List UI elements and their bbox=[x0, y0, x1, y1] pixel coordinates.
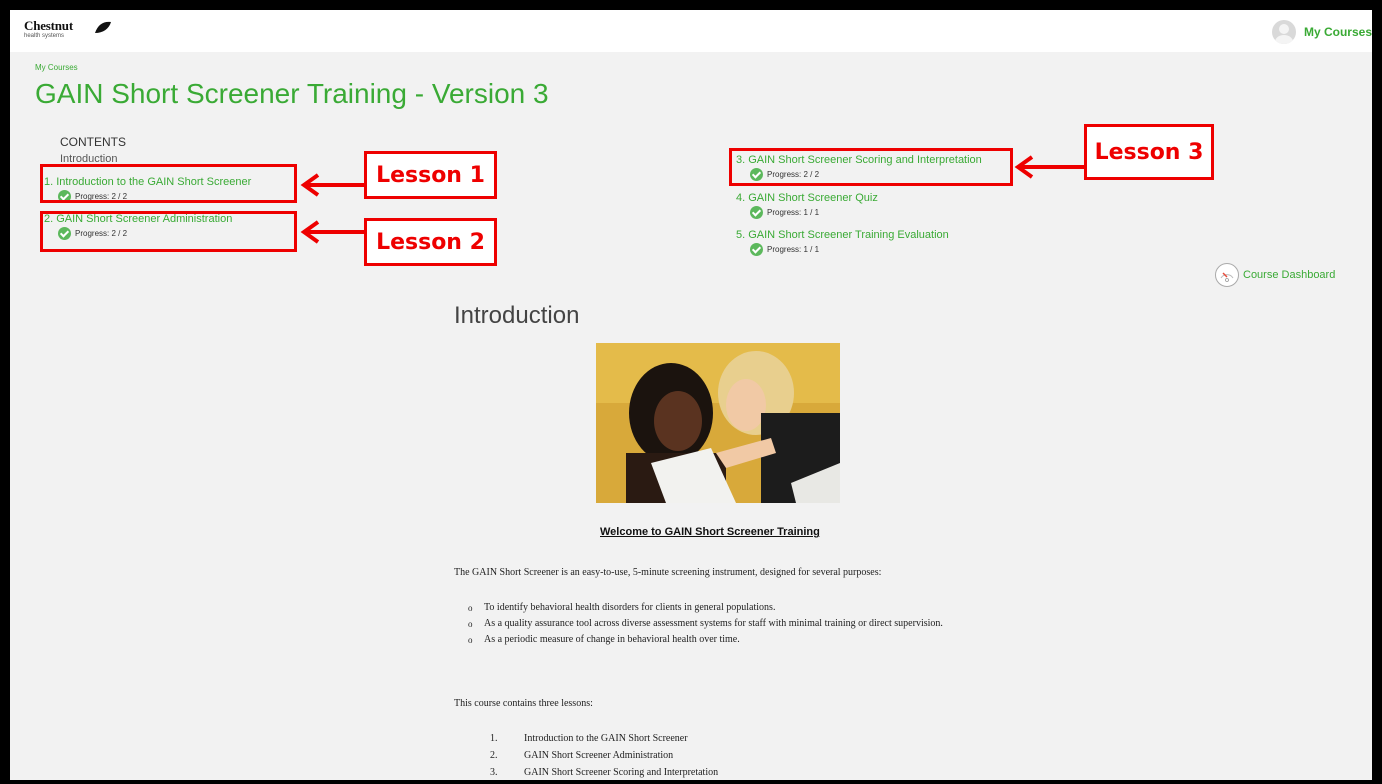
top-bar: Chestnut health systems My Courses bbox=[10, 10, 1372, 52]
contents-heading: CONTENTS bbox=[60, 135, 126, 149]
arrow-left-icon bbox=[1014, 155, 1084, 179]
list-item: As a quality assurance tool across diver… bbox=[468, 616, 1004, 632]
progress-text: Progress: 1 / 1 bbox=[767, 245, 820, 254]
dashboard-label[interactable]: Course Dashboard bbox=[1243, 269, 1335, 281]
logo-text: Chestnut bbox=[24, 18, 73, 33]
highlight-box-lesson-1 bbox=[40, 164, 297, 203]
highlight-box-lesson-2 bbox=[40, 211, 297, 252]
list-text: Introduction to the GAIN Short Screener bbox=[524, 733, 688, 744]
list-item: To identify behavioral health disorders … bbox=[468, 600, 1004, 616]
my-courses-link[interactable]: My Courses bbox=[1304, 25, 1372, 39]
section-heading: Introduction bbox=[454, 302, 580, 329]
welcome-heading: Welcome to GAIN Short Screener Training bbox=[600, 526, 820, 538]
avatar[interactable] bbox=[1271, 20, 1296, 44]
breadcrumb[interactable]: My Courses bbox=[35, 63, 78, 72]
list-item: 2. GAIN Short Screener Administration bbox=[490, 747, 718, 764]
annotation-label-lesson-2: Lesson 2 bbox=[364, 218, 497, 266]
lesson-progress: Progress: 1 / 1 bbox=[750, 243, 949, 256]
lms-page: Chestnut health systems My Courses My Co… bbox=[10, 10, 1372, 780]
course-dashboard-link[interactable]: Course Dashboard bbox=[1215, 263, 1335, 287]
list-number: 2. bbox=[490, 750, 498, 761]
list-item: 1. Introduction to the GAIN Short Screen… bbox=[490, 730, 718, 747]
user-menu[interactable]: My Courses bbox=[1271, 20, 1372, 44]
lesson-item-5[interactable]: 5. GAIN Short Screener Training Evaluati… bbox=[736, 229, 949, 256]
check-circle-icon bbox=[750, 243, 763, 256]
arrow-left-icon bbox=[300, 173, 364, 197]
list-text: GAIN Short Screener Administration bbox=[524, 750, 674, 761]
lessons-paragraph: This course contains three lessons: bbox=[454, 698, 593, 709]
lesson-link[interactable]: 4. GAIN Short Screener Quiz bbox=[736, 192, 878, 204]
list-text: GAIN Short Screener Scoring and Interpre… bbox=[524, 767, 719, 778]
list-number: 3. bbox=[490, 767, 498, 778]
progress-text: Progress: 1 / 1 bbox=[767, 208, 820, 217]
list-number: 1. bbox=[490, 733, 498, 744]
intro-paragraph: The GAIN Short Screener is an easy-to-us… bbox=[454, 567, 882, 578]
chestnut-logo[interactable]: Chestnut health systems bbox=[24, 18, 111, 39]
annotation-label-lesson-1: Lesson 1 bbox=[364, 151, 497, 199]
list-item: 3. GAIN Short Screener Scoring and Inter… bbox=[490, 764, 718, 780]
leaf-icon bbox=[95, 21, 111, 33]
arrow-left-icon bbox=[300, 220, 364, 244]
lesson-progress: Progress: 1 / 1 bbox=[750, 206, 878, 219]
highlight-box-lesson-3 bbox=[729, 148, 1013, 186]
purpose-list: To identify behavioral health disorders … bbox=[468, 600, 1004, 648]
lesson-link[interactable]: 5. GAIN Short Screener Training Evaluati… bbox=[736, 229, 949, 241]
page-title: GAIN Short Screener Training - Version 3 bbox=[35, 78, 549, 109]
lesson-item-4[interactable]: 4. GAIN Short Screener Quiz Progress: 1 … bbox=[736, 192, 878, 219]
annotation-label-lesson-3: Lesson 3 bbox=[1084, 124, 1214, 180]
check-circle-icon bbox=[750, 206, 763, 219]
list-item: As a periodic measure of change in behav… bbox=[468, 632, 1004, 648]
lessons-list: 1. Introduction to the GAIN Short Screen… bbox=[490, 730, 718, 780]
intro-photo bbox=[596, 343, 840, 503]
speedometer-icon bbox=[1215, 263, 1239, 287]
